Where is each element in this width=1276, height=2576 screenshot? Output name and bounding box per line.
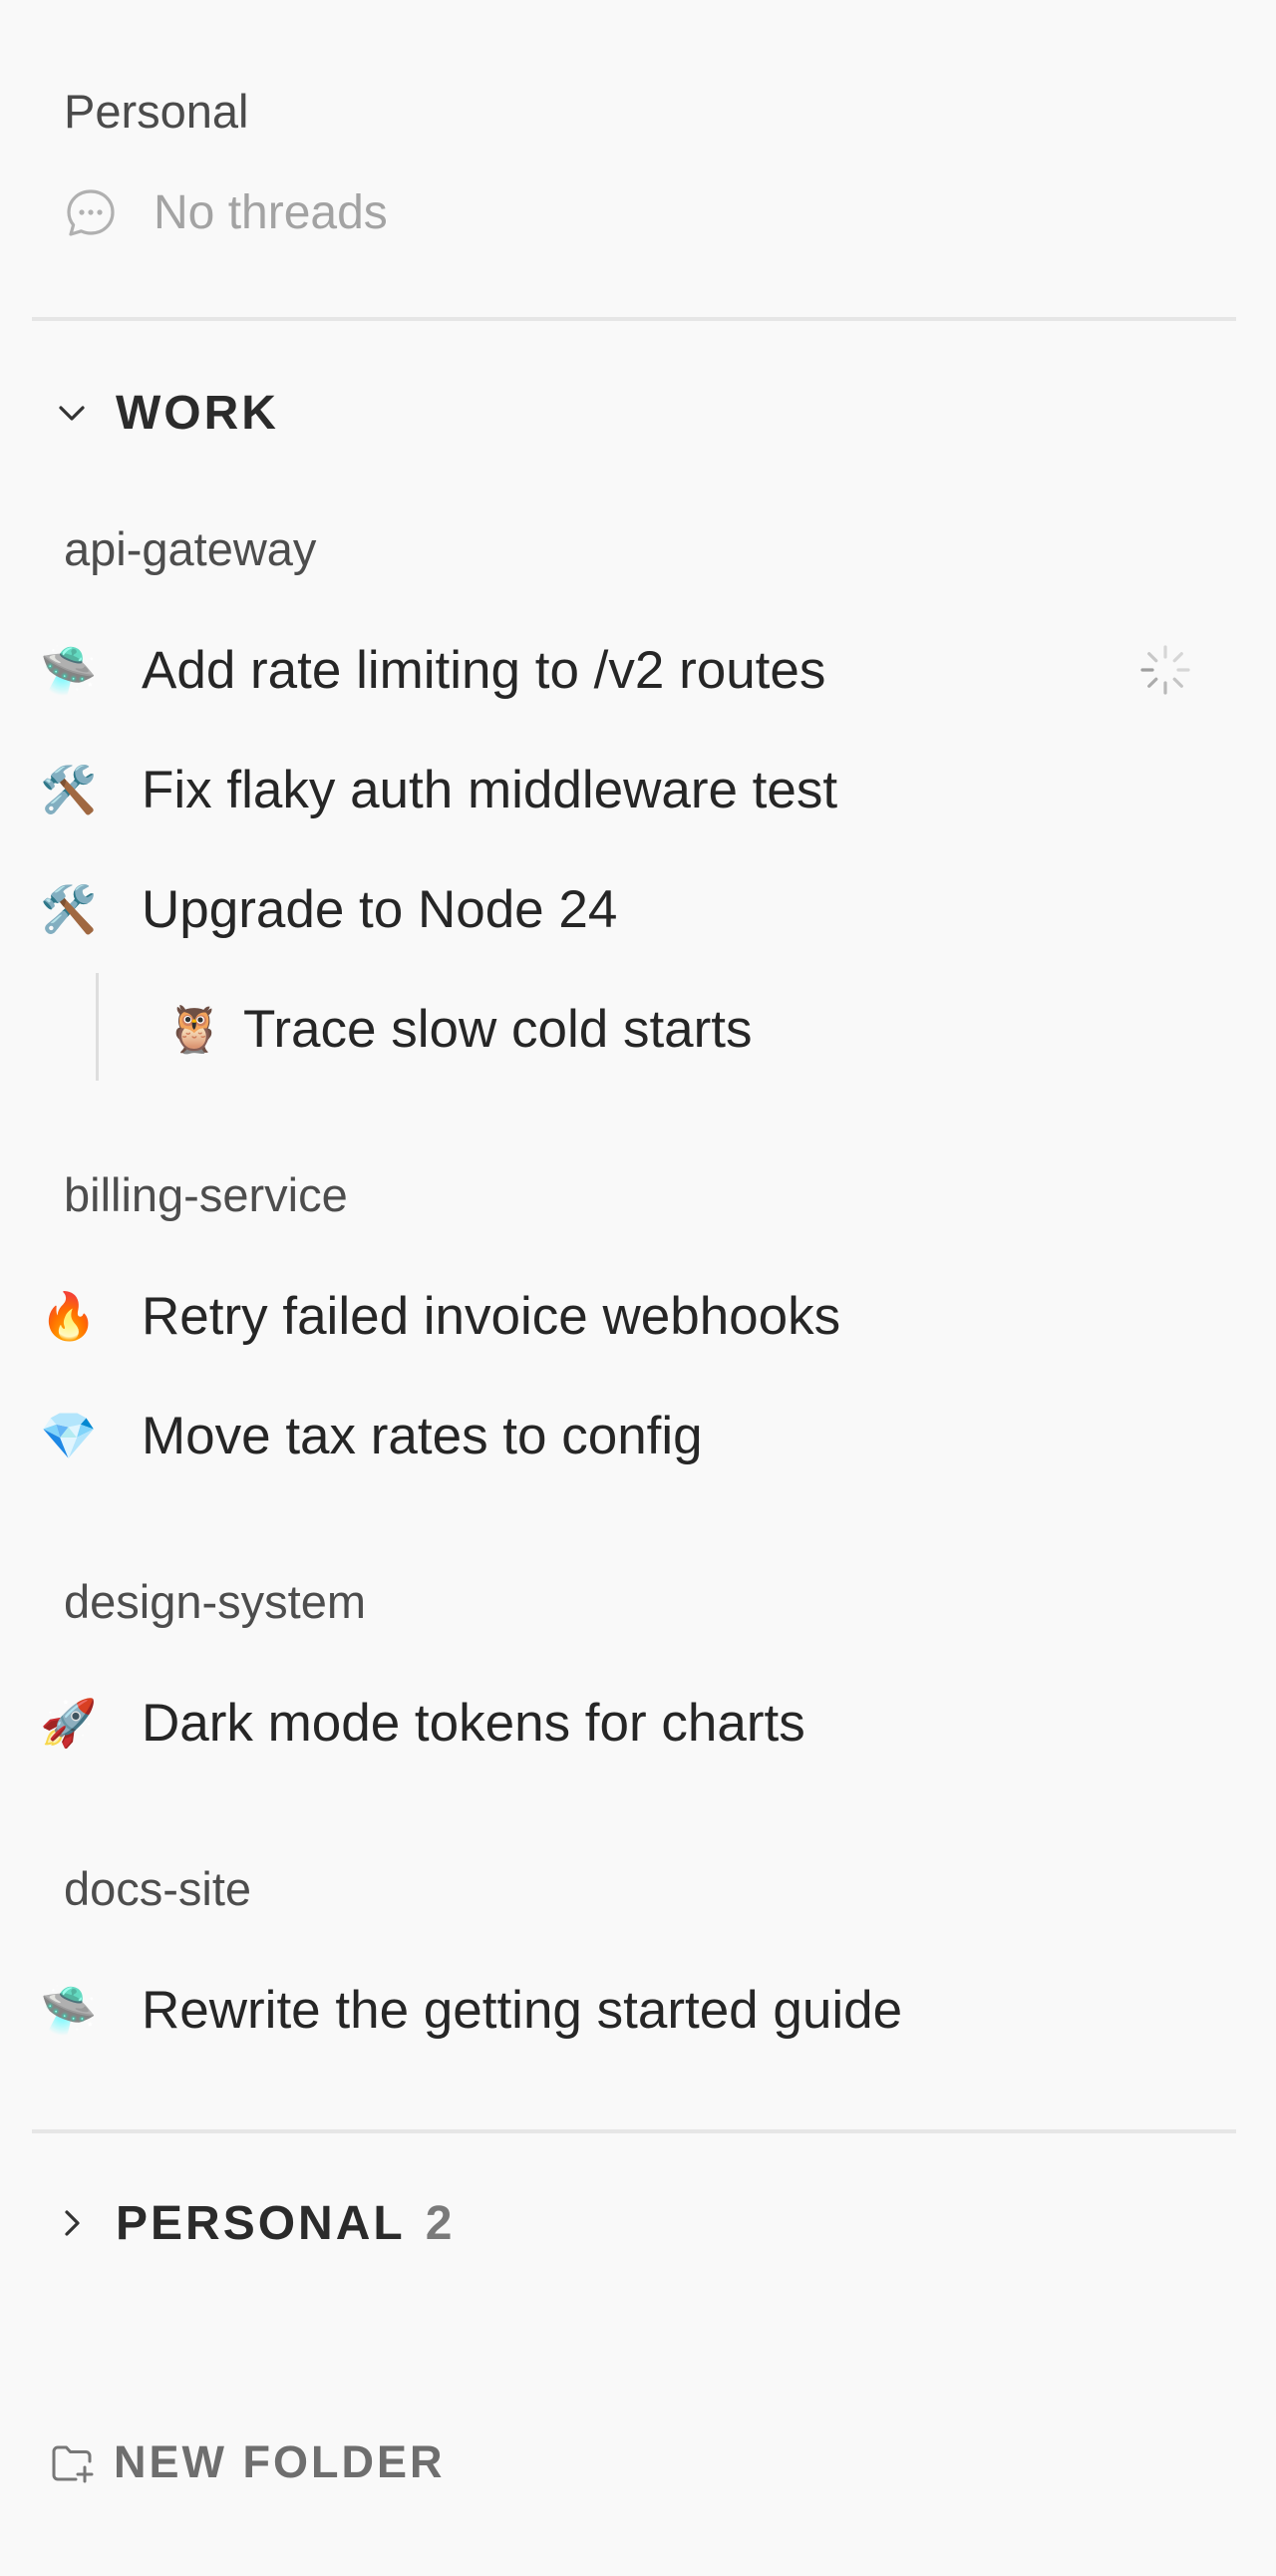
personal-group-title: Personal <box>64 85 249 138</box>
rocket-icon: 🚀 <box>40 1696 98 1750</box>
tools-icon: 🛠️ <box>40 763 98 816</box>
section-personal-count: 2 <box>425 2196 453 2250</box>
loading-spinner-icon <box>1138 643 1192 697</box>
child-thread-item[interactable]: 🦉 Trace slow cold starts <box>165 979 1236 1079</box>
project-docs-site: docs-site <box>64 1862 252 1915</box>
child-thread-indent-line <box>96 973 99 1081</box>
sidebar: Personal No threads WORK api-gateway 🛸 A… <box>0 0 1276 2576</box>
thread-item[interactable]: 🛸 Rewrite the getting started guide <box>40 1960 1236 2060</box>
flying-saucer-icon: 🛸 <box>40 1983 98 2037</box>
owl-icon: 🦉 <box>165 1002 223 1056</box>
project-design-system: design-system <box>64 1575 366 1628</box>
thread-title: Upgrade to Node 24 <box>142 879 618 939</box>
thread-title: Trace slow cold starts <box>243 999 753 1059</box>
thread-title: Fix flaky auth middleware test <box>142 760 838 819</box>
section-personal-label: PERSONAL <box>116 2196 406 2250</box>
divider <box>32 317 1236 321</box>
section-work-header[interactable]: WORK <box>56 381 279 445</box>
thread-title: Retry failed invoice webhooks <box>142 1286 841 1346</box>
new-folder-button[interactable]: NEW FOLDER <box>50 2432 445 2492</box>
project-api-gateway: api-gateway <box>64 522 317 575</box>
thread-title: Dark mode tokens for charts <box>142 1693 805 1753</box>
new-folder-label: NEW FOLDER <box>114 2436 446 2487</box>
folder-plus-icon <box>50 2439 96 2485</box>
thread-title: Move tax rates to config <box>142 1406 703 1465</box>
thread-item[interactable]: 🛠️ Fix flaky auth middleware test <box>40 740 1236 839</box>
thread-item[interactable]: 🛸 Add rate limiting to /v2 routes <box>40 620 1236 720</box>
divider <box>32 2129 1236 2133</box>
flying-saucer-icon: 🛸 <box>40 643 98 697</box>
chevron-down-icon <box>56 397 88 429</box>
thread-title: Add rate limiting to /v2 routes <box>142 640 826 700</box>
fire-icon: 🔥 <box>40 1289 98 1343</box>
chevron-right-icon <box>56 2207 88 2239</box>
empty-state-text: No threads <box>154 186 388 239</box>
section-personal-header[interactable]: PERSONAL 2 <box>56 2191 452 2255</box>
chat-bubble-icon <box>64 186 118 240</box>
thread-item[interactable]: 🛠️ Upgrade to Node 24 <box>40 859 1236 959</box>
tools-icon: 🛠️ <box>40 882 98 936</box>
thread-title: Rewrite the getting started guide <box>142 1980 903 2040</box>
project-billing-service: billing-service <box>64 1168 348 1221</box>
thread-item[interactable]: 🚀 Dark mode tokens for charts <box>40 1673 1236 1772</box>
section-work-label: WORK <box>116 386 279 440</box>
gem-icon: 💎 <box>40 1409 98 1462</box>
thread-item[interactable]: 🔥 Retry failed invoice webhooks <box>40 1266 1236 1366</box>
thread-item[interactable]: 💎 Move tax rates to config <box>40 1386 1236 1485</box>
empty-state: No threads <box>64 185 388 240</box>
